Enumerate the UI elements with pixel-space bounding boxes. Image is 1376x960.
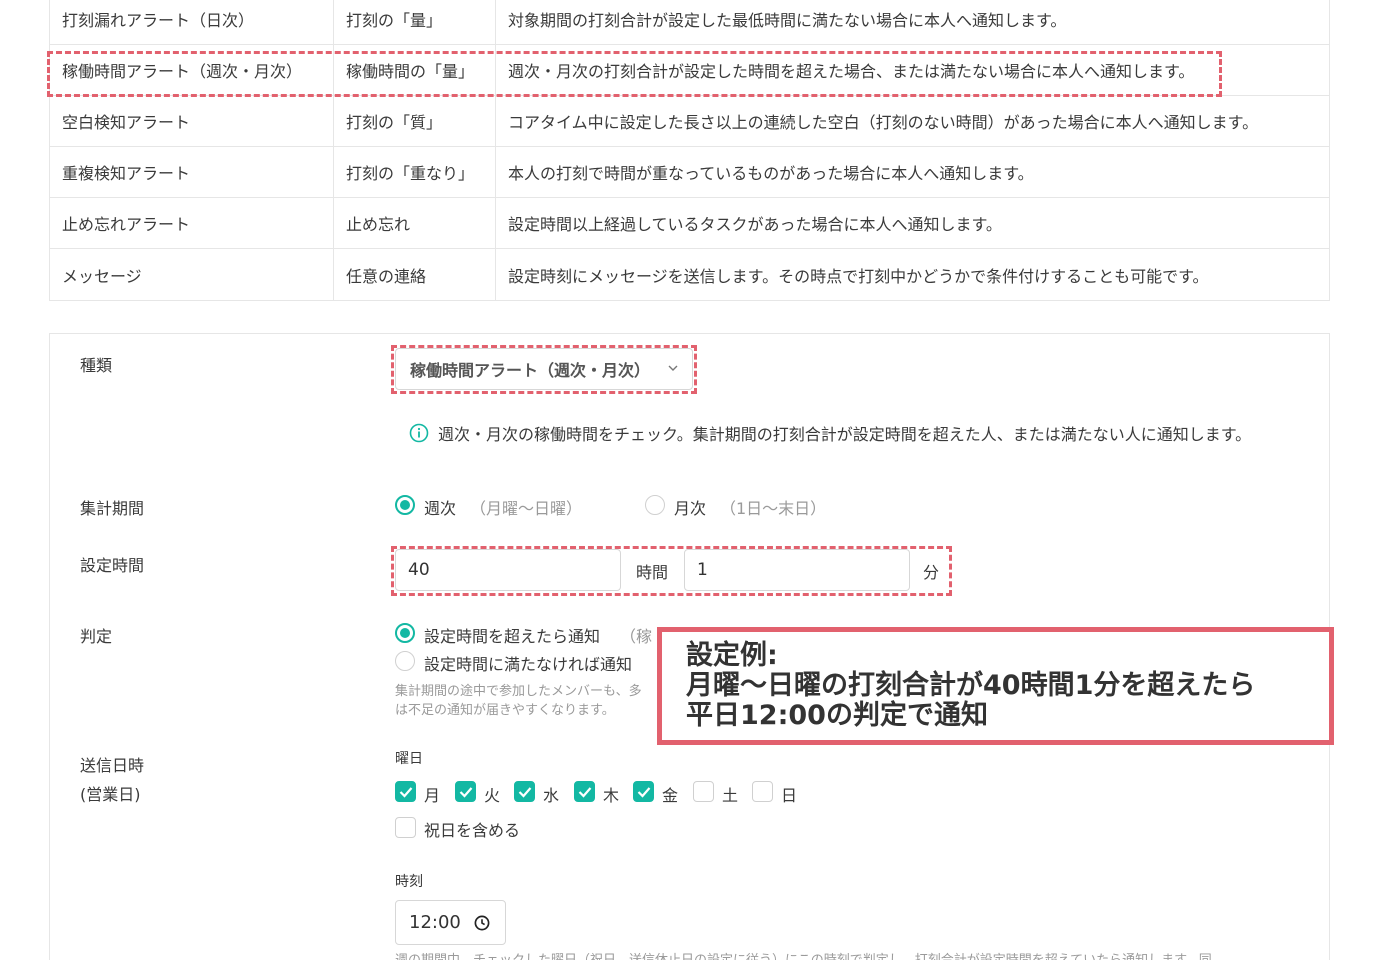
period-monthly-radio[interactable] [645,495,665,515]
send-sublabel: (営業日) [80,785,141,804]
alert-type-table: 打刻漏れアラート（日次） 打刻の「量」 対象期間の打刻合計が設定した最低時間に満… [49,0,1330,301]
table-row: 重複検知アラート 打刻の「重なり」 本人の打刻で時間が重なっているものがあった場… [50,147,1329,198]
weekday-checkbox-wed[interactable] [514,781,535,802]
send-time-value: 12:00 [409,912,461,933]
chevron-down-icon [668,365,678,371]
weekday-heading: 曜日 [395,751,423,767]
alert-target-cell: 稼働時間の「量」 [334,45,496,95]
table-row: メッセージ 任意の連絡 設定時刻にメッセージを送信します。その時点で打刻中かどう… [50,249,1329,300]
judge-note-line-2: は不足の通知が届きやすくなります。 [395,703,615,718]
table-row: 稼働時間アラート（週次・月次） 稼働時間の「量」 週次・月次の打刻合計が設定した… [50,45,1329,96]
type-info: 週次・月次の稼働時間をチェック。集計期間の打刻合計が設定時間を超えた人、または満… [409,421,1251,445]
alert-name-cell: 打刻漏れアラート（日次） [50,0,334,44]
callout-line: 月曜〜日曜の打刻合計が40時間1分を超えたら [686,670,1256,701]
weekday-checkbox-thu[interactable] [574,781,595,802]
check-icon [637,787,651,798]
period-monthly-label[interactable]: 月次 [674,495,706,519]
alert-name-cell: 稼働時間アラート（週次・月次） [50,45,334,95]
send-time-input[interactable]: 12:00 [395,900,506,945]
alert-name-cell: メッセージ [50,249,334,300]
weekday-label-sat: 土 [722,786,739,805]
judge-label: 判定 [80,627,113,646]
weekday-checkbox-sat[interactable] [693,781,714,802]
callout-title: 設定例: [686,640,778,671]
alert-description-cell: 本人の打刻で時間が重なっているものがあった場合に本人へ通知します。 [508,164,1034,183]
time-label: 設定時間 [80,556,145,575]
weekday-label-sun: 日 [781,786,798,805]
weekday-label-thu: 木 [603,786,620,805]
send-time-note: 週の期間中、チェックした曜日（祝日、送信休止日の設定に従う）にこの時刻で判定し、… [395,951,1212,960]
type-info-text: 週次・月次の稼働時間をチェック。集計期間の打刻合計が設定時間を超えた人、または満… [438,425,1252,444]
check-icon [578,787,592,798]
alert-target-cell: 任意の連絡 [334,249,496,300]
period-monthly-note: （1日〜末日） [720,499,827,518]
holiday-label[interactable]: 祝日を含める [424,817,520,841]
period-weekly-radio[interactable] [395,495,415,515]
check-icon [399,787,413,798]
minutes-input[interactable]: 1 [684,549,910,591]
judge-note-line-1: 集計期間の途中で参加したメンバーも、多 [395,684,642,699]
weekday-checkbox-mon[interactable] [395,781,416,802]
period-weekly-note: （月曜〜日曜） [470,499,583,518]
send-label: 送信日時 [80,756,145,775]
alert-target-cell: 止め忘れ [334,198,496,248]
judge-over-label[interactable]: 設定時間を超えたら通知 [424,623,600,647]
weekday-label-tue: 火 [484,786,501,805]
info-icon [409,423,429,443]
type-label: 種類 [80,356,113,375]
alert-description-cell: コアタイム中に設定した長さ以上の連続した空白（打刻のない時間）があった場合に本人… [508,113,1259,132]
table-row: 打刻漏れアラート（日次） 打刻の「量」 対象期間の打刻合計が設定した最低時間に満… [50,0,1329,45]
alert-name-cell: 重複検知アラート [50,147,334,197]
weekday-checkbox-sun[interactable] [752,781,773,802]
judge-over-note: （稼 [620,627,653,646]
alert-description-cell: 設定時間以上経過しているタスクがあった場合に本人へ通知します。 [508,215,1002,234]
judge-over-radio[interactable] [395,623,415,643]
check-icon [518,787,532,798]
hours-unit: 時間 [636,563,669,582]
alert-description-cell: 対象期間の打刻合計が設定した最低時間に満たない場合に本人へ通知します。 [508,11,1067,30]
period-label: 集計期間 [80,499,145,518]
weekday-checkbox-fri[interactable] [633,781,654,802]
minutes-unit: 分 [923,563,940,582]
example-callout: 設定例: 月曜〜日曜の打刻合計が40時間1分を超えたら 平日12:00の判定で通… [657,627,1334,745]
alert-description-cell: 週次・月次の打刻合計が設定した時間を超えた場合、または満たない場合に本人へ通知し… [508,62,1195,81]
weekday-checkbox-tue[interactable] [455,781,476,802]
alert-name-cell: 止め忘れアラート [50,198,334,248]
clock-icon[interactable] [474,915,490,931]
time-heading: 時刻 [395,874,423,890]
callout-line: 平日12:00の判定で通知 [686,700,988,731]
weekday-label-wed: 水 [543,786,560,805]
hours-input[interactable]: 40 [395,549,621,591]
judge-under-radio[interactable] [395,651,415,671]
alert-type-select[interactable]: 稼働時間アラート（週次・月次） [395,348,693,390]
alert-type-select-value: 稼働時間アラート（週次・月次） [410,361,651,380]
weekday-label-fri: 金 [662,786,679,805]
alert-target-cell: 打刻の「質」 [334,96,496,146]
judge-under-label[interactable]: 設定時間に満たなければ通知 [424,651,632,675]
table-row: 空白検知アラート 打刻の「質」 コアタイム中に設定した長さ以上の連続した空白（打… [50,96,1329,147]
period-weekly-label[interactable]: 週次 [424,495,456,519]
alert-description-cell: 設定時刻にメッセージを送信します。その時点で打刻中かどうかで条件付けすることも可… [508,266,1209,286]
alert-name-cell: 空白検知アラート [50,96,334,146]
alert-target-cell: 打刻の「量」 [334,0,496,44]
alert-target-cell: 打刻の「重なり」 [334,147,496,197]
table-row: 止め忘れアラート 止め忘れ 設定時間以上経過しているタスクがあった場合に本人へ通… [50,198,1329,249]
holiday-checkbox[interactable] [395,817,416,838]
check-icon [459,787,473,798]
weekday-label-mon: 月 [424,786,441,805]
